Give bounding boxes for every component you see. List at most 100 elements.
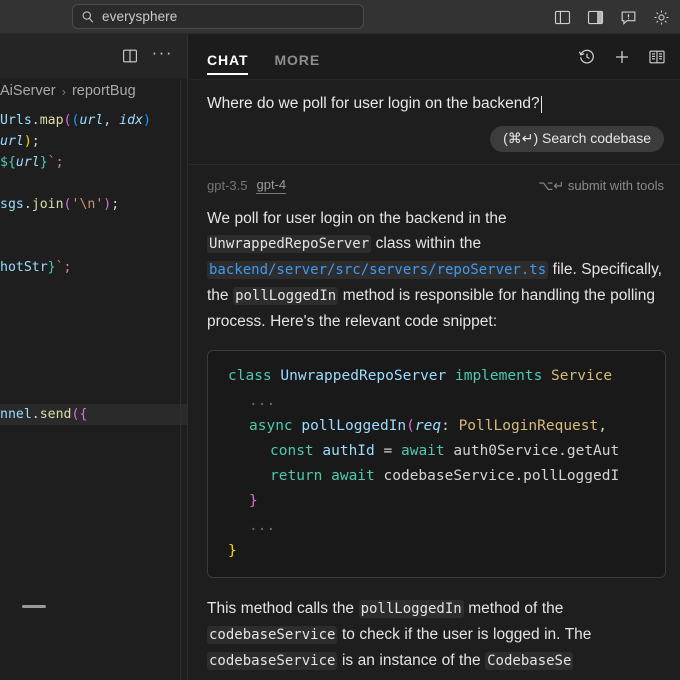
code-token: `; [48, 155, 64, 170]
breadcrumb-child[interactable]: reportBug [72, 83, 136, 99]
code-block-line: } [228, 539, 665, 564]
code-token: pollLoggedIn [301, 418, 406, 434]
inline-code: codebaseService [207, 652, 337, 670]
editor-line[interactable] [0, 278, 187, 299]
plus-icon[interactable] [613, 48, 631, 66]
code-token: ( [64, 113, 72, 128]
file-path-link[interactable]: backend/server/src/servers/repoServer.ts [207, 261, 548, 279]
search-query-text: everysphere [102, 9, 177, 24]
editor-code-content[interactable]: Urls.map((url, idx) url);${url}`;sgs.joi… [0, 110, 187, 425]
code-token: '\n' [72, 197, 104, 212]
code-token: send [40, 407, 72, 422]
editor-line[interactable] [0, 362, 187, 383]
editor-horizontal-scrollbar[interactable] [22, 605, 46, 608]
code-token: authId [322, 443, 374, 459]
editor-line[interactable]: sgs.join('\n'); [0, 194, 187, 215]
text-cursor [541, 96, 542, 113]
editor-toolbar: ··· [0, 34, 187, 78]
code-token: ; [111, 197, 119, 212]
code-token: } [228, 543, 237, 559]
breadcrumb-parent[interactable]: AiServer [0, 83, 56, 99]
code-token: ) [143, 113, 151, 128]
tab-chat[interactable]: CHAT [207, 36, 248, 80]
editor-line[interactable]: hotStr}`; [0, 257, 187, 278]
editor-line[interactable]: ${url}`; [0, 152, 187, 173]
code-token: nnel [0, 407, 32, 422]
editor-line[interactable]: Urls.map((url, idx) [0, 110, 187, 131]
inline-code: pollLoggedIn [233, 287, 338, 305]
prompt-area: Where do we poll for user login on the b… [189, 80, 680, 152]
code-token: . [24, 197, 32, 212]
split-editor-icon[interactable] [122, 48, 138, 64]
editor-line[interactable]: url); [0, 131, 187, 152]
editor-line[interactable] [0, 383, 187, 404]
answer-text: class within the [371, 235, 481, 252]
code-token: hotStr [0, 260, 48, 275]
code-token: ... [249, 518, 275, 534]
title-bar-actions [554, 0, 670, 34]
code-token: : [441, 418, 458, 434]
code-token: . [32, 407, 40, 422]
code-token: return [270, 468, 331, 484]
code-token: req [415, 418, 441, 434]
layout-panel-left-icon[interactable] [554, 9, 571, 26]
submit-with-tools-hint[interactable]: ⌥↵ submit with tools [538, 178, 664, 194]
code-token: auth0Service.getAut [453, 443, 619, 459]
chat-tab-list: CHAT MORE [207, 34, 320, 80]
code-block-line: return await codebaseService.pollLoggedI [228, 464, 665, 489]
code-block-line: class UnwrappedRepoServer implements Ser… [228, 364, 665, 389]
prompt-input[interactable]: Where do we poll for user login on the b… [207, 94, 664, 114]
code-token: ) [24, 134, 32, 149]
answer-text: method of the [464, 600, 564, 617]
answer-paragraph-1: We poll for user login on the backend in… [207, 206, 666, 334]
code-token: join [32, 197, 64, 212]
feedback-icon[interactable] [620, 9, 637, 26]
prompt-actions: (⌘↵) Search codebase [207, 126, 664, 152]
code-token: map [40, 113, 64, 128]
breadcrumb: AiServer › reportBug [0, 78, 187, 104]
answer-text: to check if the user is logged in. The [337, 626, 591, 643]
answer-code-block[interactable]: class UnwrappedRepoServer implements Ser… [207, 350, 666, 578]
editor-minimap-divider [180, 80, 181, 680]
code-block-line: } [228, 489, 665, 514]
code-token: url [79, 113, 103, 128]
code-token: ( [64, 197, 72, 212]
search-icon [81, 10, 95, 24]
code-token: implements [446, 368, 551, 384]
inline-code: UnwrappedRepoServer [207, 235, 371, 253]
editor-line[interactable] [0, 320, 187, 341]
code-token: , [103, 113, 119, 128]
code-token: url [16, 155, 40, 170]
inline-code: codebaseService [207, 626, 337, 644]
chat-header: CHAT MORE [189, 34, 680, 80]
book-icon[interactable] [648, 48, 666, 66]
editor-line[interactable] [0, 299, 187, 320]
editor-line[interactable] [0, 173, 187, 194]
editor-line[interactable] [0, 341, 187, 362]
tab-more[interactable]: MORE [274, 36, 320, 80]
editor-line-active[interactable]: nnel.send({ [0, 404, 187, 425]
code-block-line: ... [228, 389, 665, 414]
code-token: } [48, 260, 56, 275]
title-bar: everysphere [0, 0, 680, 34]
breadcrumb-separator-icon: › [62, 84, 66, 99]
code-token: ( [406, 418, 415, 434]
model-option-gpt-4[interactable]: gpt-4 [256, 177, 286, 194]
search-codebase-button[interactable]: (⌘↵) Search codebase [490, 126, 664, 152]
chat-panel: CHAT MORE [189, 34, 680, 680]
answer-text: This method calls the [207, 600, 359, 617]
model-option-gpt-3-5[interactable]: gpt-3.5 [207, 178, 247, 193]
layout-panel-right-icon[interactable] [587, 9, 604, 26]
code-token: { [79, 407, 87, 422]
gear-icon[interactable] [653, 9, 670, 26]
editor-line[interactable] [0, 236, 187, 257]
editor-line[interactable] [0, 215, 187, 236]
search-input[interactable]: everysphere [72, 4, 364, 29]
code-token: . [32, 113, 40, 128]
model-selector-row: gpt-3.5 gpt-4 ⌥↵ submit with tools [189, 164, 680, 202]
history-icon[interactable] [578, 48, 596, 66]
editor-more-actions-button[interactable]: ··· [152, 48, 173, 64]
code-block-line: ... [228, 514, 665, 539]
code-token: const [270, 443, 322, 459]
code-token: idx [119, 113, 143, 128]
